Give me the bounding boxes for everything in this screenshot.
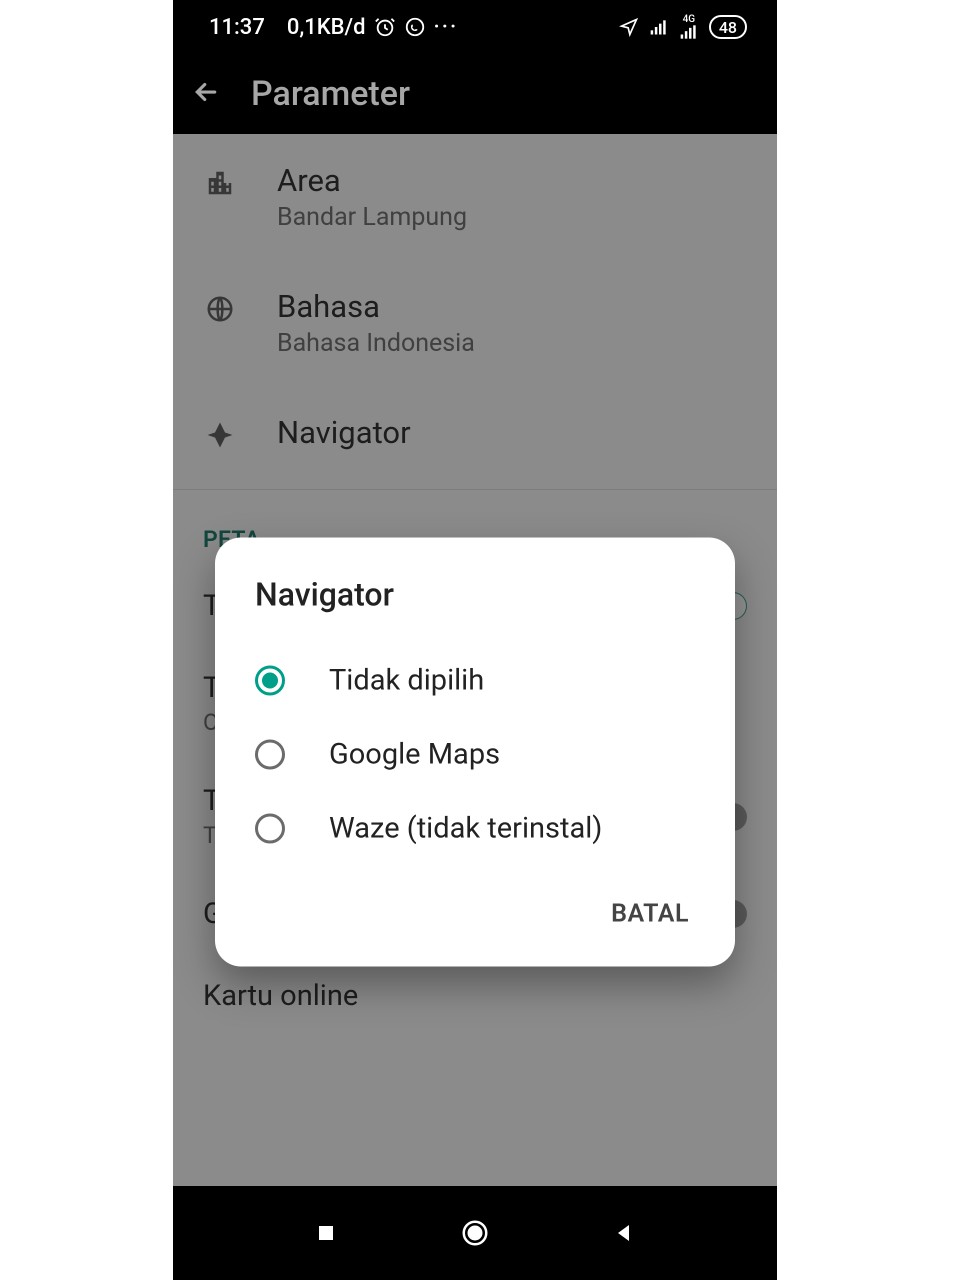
option-google-maps[interactable]: Google Maps [255,718,695,792]
option-waze[interactable]: Waze (tidak terinstal) [255,792,695,866]
page-title: Parameter [251,74,410,114]
cancel-button[interactable]: BATAL [605,890,695,939]
alarm-icon [374,16,396,38]
radio-unselected-icon [255,740,285,770]
status-time: 11:37 [209,15,265,40]
android-nav-bar [173,1186,777,1280]
signal-4g-icon: 4G [679,15,699,39]
settings-content: Area Bandar Lampung Bahasa Bahasa Indone… [173,134,777,1186]
nav-back-button[interactable] [612,1221,636,1245]
option-tidak-dipilih[interactable]: Tidak dipilih [255,644,695,718]
phone-frame: 11:37 0,1KB/d ··· 4G 48 [173,0,777,1280]
nav-recent-button[interactable] [314,1221,338,1245]
option-label: Google Maps [329,738,500,772]
more-icon: ··· [434,15,459,40]
nav-home-button[interactable] [460,1218,490,1248]
radio-selected-icon [255,666,285,696]
back-button[interactable] [191,77,221,111]
status-bar: 11:37 0,1KB/d ··· 4G 48 [173,0,777,54]
radio-unselected-icon [255,814,285,844]
option-label: Tidak dipilih [329,664,484,698]
option-label: Waze (tidak terinstal) [329,812,602,846]
battery-indicator: 48 [709,15,747,39]
whatsapp-icon [404,16,426,38]
signal-icon [649,17,669,37]
navigator-dialog: Navigator Tidak dipilih Google Maps Waze… [215,538,735,967]
location-icon [619,17,639,37]
dialog-title: Navigator [255,576,695,614]
app-bar: Parameter [173,54,777,134]
status-data-rate: 0,1KB/d [287,15,366,40]
